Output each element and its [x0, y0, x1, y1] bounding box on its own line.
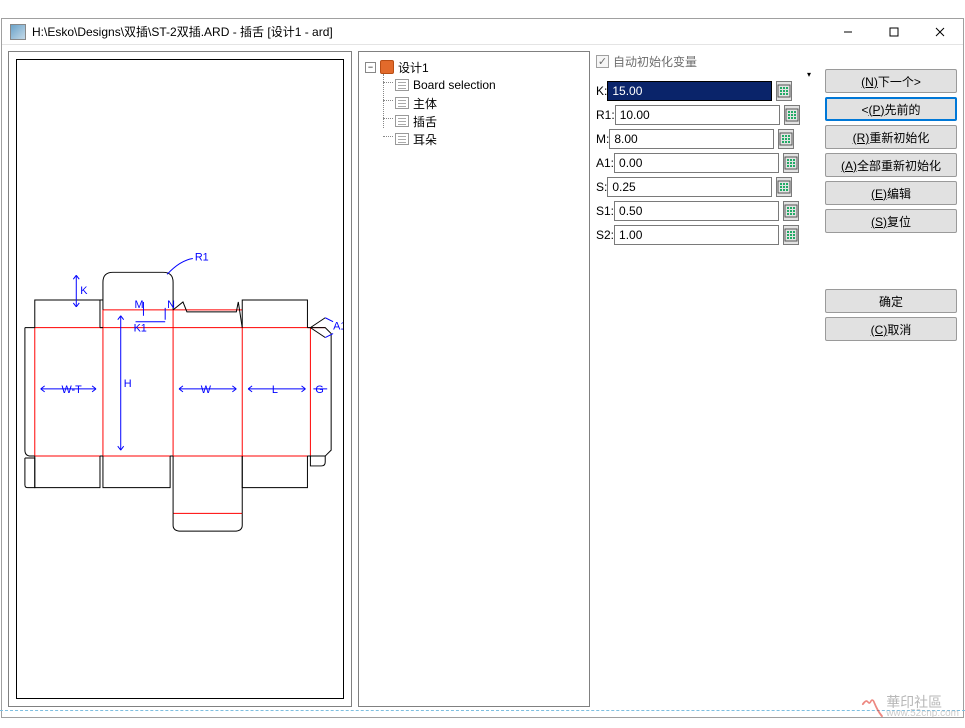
- tree-item-label: Board selection: [413, 78, 496, 92]
- preview-pane: W-T H W L G K R1 M N K1 A1: [8, 51, 352, 707]
- edit-button[interactable]: (E)编辑: [825, 181, 957, 205]
- tree-pane: − 设计1 Board selection 主体 插舌 耳朵: [358, 51, 590, 707]
- prev-button[interactable]: <(P)先前的: [825, 97, 957, 121]
- label-w: W: [201, 384, 212, 396]
- parameter-list: K: R1: M: A1: S: S1: S2:: [596, 81, 788, 245]
- maximize-button[interactable]: [871, 19, 917, 45]
- param-row: S1:: [596, 201, 788, 221]
- keypad-button[interactable]: [783, 201, 799, 221]
- watermark-logo-icon: 〽: [860, 689, 880, 724]
- next-button[interactable]: (N)下一个>: [825, 69, 957, 93]
- tree-item-board[interactable]: Board selection: [361, 76, 587, 94]
- keypad-button[interactable]: [783, 225, 799, 245]
- param-label: A1:: [596, 156, 614, 170]
- param-row: S:: [596, 177, 788, 197]
- param-row: R1:: [596, 105, 788, 125]
- label-r1: R1: [195, 251, 209, 263]
- page-dash-line: [0, 710, 965, 711]
- parameter-panel: ✓ 自动初始化变量 ▾ K: R1: M: A1: S: S1: S2: (N)下一个> <…: [596, 51, 957, 707]
- app-icon: [10, 24, 26, 40]
- label-m: M: [135, 299, 144, 311]
- keypad-button[interactable]: [783, 153, 799, 173]
- watermark-url: www.52cnp.com: [886, 709, 959, 719]
- param-label: S2:: [596, 228, 614, 242]
- param-input[interactable]: [614, 153, 779, 173]
- label-g: G: [315, 384, 323, 396]
- label-wt: W-T: [61, 384, 82, 396]
- tree-item-label: 耳朵: [413, 131, 437, 148]
- param-input[interactable]: [609, 129, 774, 149]
- tree-item-label: 主体: [413, 95, 437, 112]
- param-row: A1:: [596, 153, 788, 173]
- tree-item-tuck[interactable]: 插舌: [361, 112, 587, 130]
- reset-button[interactable]: (S)复位: [825, 209, 957, 233]
- keypad-button[interactable]: [784, 105, 800, 125]
- close-button[interactable]: [917, 19, 963, 45]
- collapse-icon[interactable]: −: [365, 62, 376, 73]
- param-label: M:: [596, 132, 609, 146]
- tree-item-body[interactable]: 主体: [361, 94, 587, 112]
- param-label: S:: [596, 180, 607, 194]
- dropdown-arrow-icon[interactable]: ▾: [803, 69, 815, 79]
- label-k1: K1: [134, 323, 147, 335]
- window-title: H:\Esko\Designs\双插\ST-2双插.ARD - 插舌 [设计1 …: [32, 23, 825, 40]
- param-input[interactable]: [615, 105, 780, 125]
- leaf-icon: [395, 97, 409, 109]
- param-row: M:: [596, 129, 788, 149]
- param-input[interactable]: [614, 201, 779, 221]
- minimize-button[interactable]: [825, 19, 871, 45]
- param-label: K:: [596, 84, 607, 98]
- ok-button[interactable]: 确定: [825, 289, 957, 313]
- tree-item-ear[interactable]: 耳朵: [361, 130, 587, 148]
- watermark-text: 華印社區: [886, 695, 942, 709]
- preview-canvas: W-T H W L G K R1 M N K1 A1: [16, 59, 344, 699]
- param-input[interactable]: [614, 225, 779, 245]
- param-row: K:: [596, 81, 788, 101]
- param-label: R1:: [596, 108, 615, 122]
- param-input[interactable]: [607, 177, 772, 197]
- param-label: S1:: [596, 204, 614, 218]
- tree-root[interactable]: − 设计1: [361, 58, 587, 76]
- label-a1: A1: [333, 321, 343, 333]
- reinit-all-button[interactable]: (A)全部重新初始化: [825, 153, 957, 177]
- client-area: W-T H W L G K R1 M N K1 A1: [2, 45, 963, 717]
- button-column: (N)下一个> <(P)先前的 (R)重新初始化 (A)全部重新初始化 (E)编…: [825, 69, 957, 341]
- watermark: 〽 華印社區 www.52cnp.com: [860, 689, 959, 724]
- label-n: N: [167, 299, 175, 311]
- param-input[interactable]: [607, 81, 772, 101]
- app-window: H:\Esko\Designs\双插\ST-2双插.ARD - 插舌 [设计1 …: [1, 18, 964, 718]
- leaf-icon: [395, 79, 409, 91]
- param-row: S2:: [596, 225, 788, 245]
- title-bar: H:\Esko\Designs\双插\ST-2双插.ARD - 插舌 [设计1 …: [2, 19, 963, 45]
- label-h: H: [124, 378, 132, 390]
- keypad-button[interactable]: [778, 129, 794, 149]
- drawing-svg: W-T H W L G K R1 M N K1 A1: [17, 60, 343, 698]
- leaf-icon: [395, 133, 409, 145]
- auto-init-checkbox[interactable]: ✓: [596, 55, 609, 68]
- auto-init-label: 自动初始化变量: [613, 53, 697, 70]
- tree-root-label: 设计1: [398, 59, 429, 76]
- cancel-button[interactable]: (C)取消: [825, 317, 957, 341]
- keypad-button[interactable]: [776, 81, 792, 101]
- design-icon: [380, 60, 394, 74]
- leaf-icon: [395, 115, 409, 127]
- label-l: L: [272, 384, 278, 396]
- tree-item-label: 插舌: [413, 113, 437, 130]
- label-k: K: [80, 285, 88, 297]
- keypad-button[interactable]: [776, 177, 792, 197]
- reinit-button[interactable]: (R)重新初始化: [825, 125, 957, 149]
